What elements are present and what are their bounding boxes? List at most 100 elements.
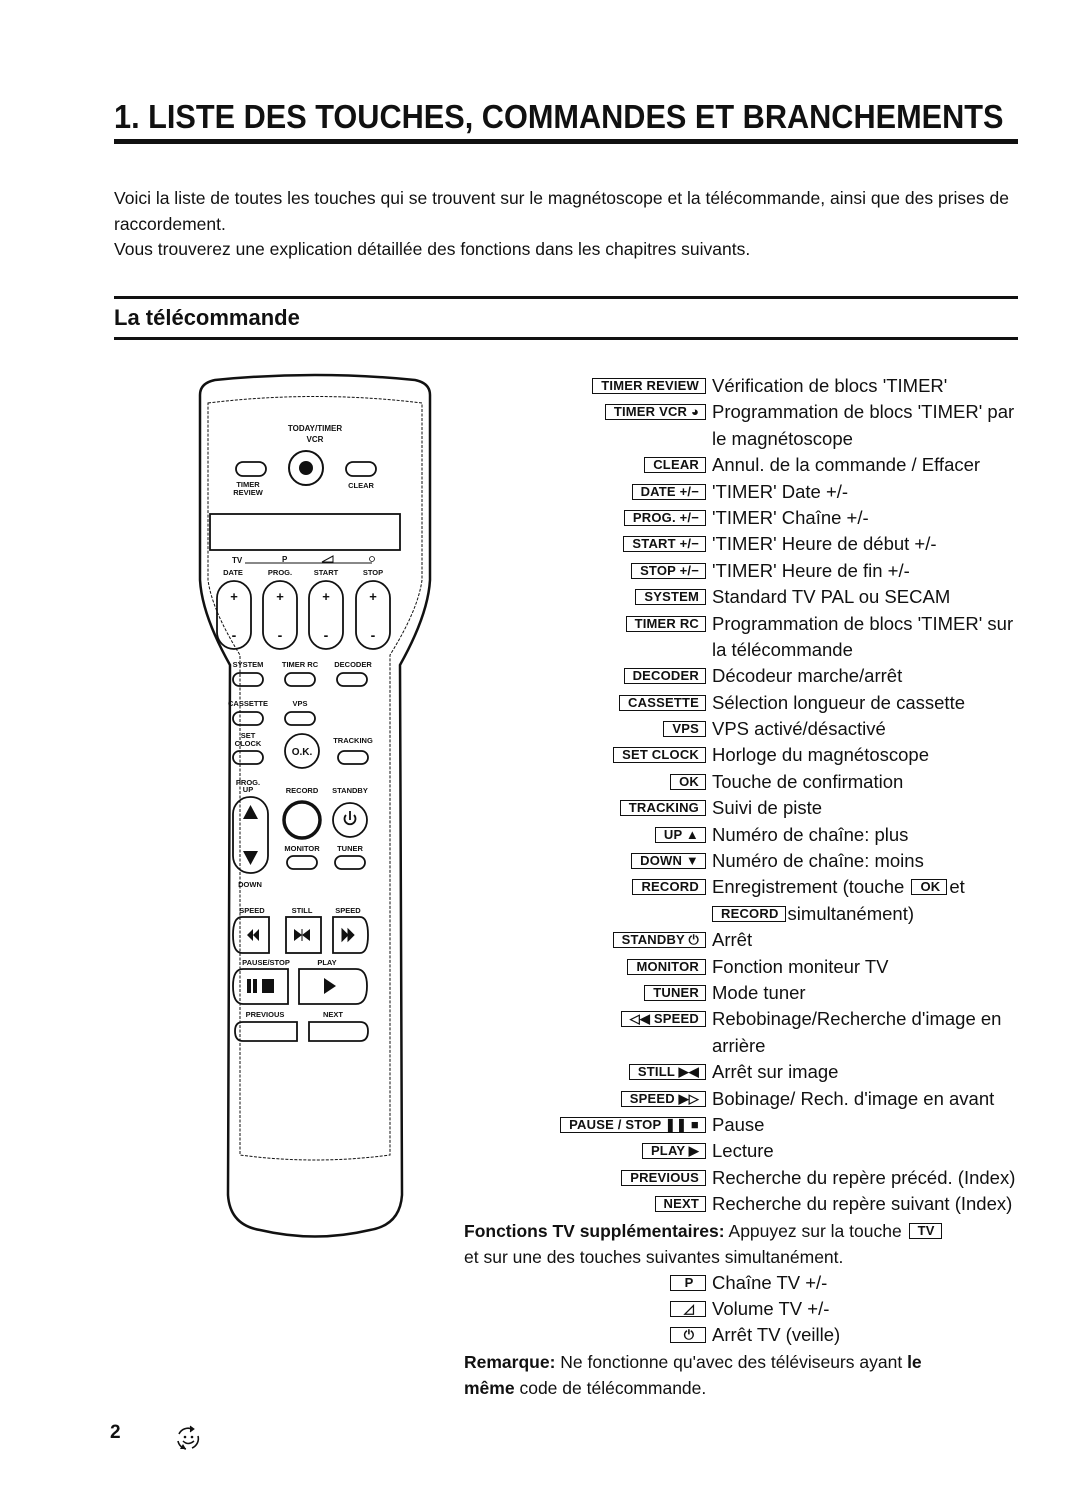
key-label-cell: UP ▲ — [452, 822, 712, 843]
up-arrow-icon — [243, 805, 258, 819]
decoder-button — [336, 672, 368, 687]
minus-sign: - — [232, 627, 237, 643]
label-record: RECORD — [286, 786, 319, 795]
remark-emphasis: le — [907, 1351, 922, 1372]
label-next: NEXT — [323, 1010, 343, 1019]
key-description: Lecture — [712, 1140, 774, 1162]
label-tv: TV — [232, 556, 243, 565]
page-title: 1. LISTE DES TOUCHES, COMMANDES ET BRANC… — [114, 98, 1004, 135]
key-description: 'TIMER' Chaîne +/- — [712, 506, 869, 528]
plus-sign: + — [276, 589, 284, 604]
remark-emphasis: même — [464, 1377, 515, 1398]
key-description-text: le magnétoscope — [712, 427, 853, 449]
key-label: DECODER — [623, 668, 706, 685]
section-title: La télécommande — [114, 305, 300, 330]
key-description-continuation: la télécommande — [712, 637, 853, 663]
key-description: Programmation de blocs 'TIMER' sur — [712, 612, 1014, 634]
key-list-item: DOWN ▼ Numéro de chaîne: moins — [452, 848, 1072, 874]
key-label-cell: DOWN ▼ — [452, 848, 712, 870]
key-description: Recherche du repère précéd. (Index) — [712, 1166, 1016, 1188]
key-label: TIMER REVIEW — [592, 378, 706, 394]
key-list-item: VPS VPS activé/désactivé — [452, 716, 1072, 742]
key-description: Bobinage/ Rech. d'image en avant — [712, 1087, 995, 1109]
intro-paragraph: Voici la liste de toutes les touches qui… — [114, 188, 1009, 234]
tv-key-label: TV — [908, 1222, 942, 1239]
tv-function-key-label: ⏻ — [670, 1327, 706, 1344]
key-label-cell: PROG. +/− — [452, 505, 712, 526]
label-previous: PREVIOUS — [246, 1010, 285, 1019]
cassette-button — [232, 711, 264, 726]
key-list-item: STILL ▶◀ Arrêt sur image — [452, 1059, 1072, 1085]
rewind-icon — [247, 929, 259, 941]
key-label: RECORD — [632, 879, 706, 896]
key-list-item: SET CLOCK Horloge du magnétoscope — [452, 742, 1072, 768]
key-description: Arrêt sur image — [712, 1061, 839, 1083]
label-down: DOWN — [238, 880, 262, 889]
key-label-cell: NEXT — [452, 1191, 712, 1213]
label-decoder: DECODER — [334, 660, 372, 669]
key-label-cell: SPEED ▶▷ — [452, 1086, 712, 1107]
key-description: Touche de confirmation — [712, 770, 904, 792]
intro-paragraph: Vous trouverez une explication détaillée… — [114, 239, 751, 259]
key-label-cell: MONITOR — [452, 954, 712, 975]
label-speed-rew: SPEED — [239, 906, 265, 915]
key-label-cell: CASSETTE — [452, 690, 712, 711]
key-description: Standard TV PAL ou SECAM — [712, 586, 951, 608]
tv-function-key-label: P — [670, 1274, 706, 1291]
label-tuner: TUNER — [337, 844, 363, 853]
key-list-item: TIMER REVIEW Vérification de blocs 'TIMER… — [452, 373, 1072, 399]
set-clock-button — [232, 750, 264, 765]
volume-icon — [321, 555, 334, 563]
key-description: Horloge du magnétoscope — [712, 744, 930, 766]
key-label: MONITOR — [627, 958, 706, 975]
key-label-cell: RECORD — [452, 874, 712, 896]
key-label: PROG. +/− — [623, 509, 706, 526]
tv-function-description: Volume TV +/- — [712, 1297, 830, 1319]
tv-function-description: Arrêt TV (veille) — [712, 1324, 841, 1346]
key-description: Annul. de la commande / Effacer — [712, 454, 981, 476]
monitor-button — [286, 855, 318, 870]
key-list-item-continuation: RECORD simultanément) — [452, 901, 1072, 927]
label-ok: O.K. — [292, 747, 313, 758]
key-list-item: PLAY ▶ Lecture — [452, 1138, 1072, 1164]
key-label: CASSETTE — [619, 694, 706, 711]
key-label: START +/− — [623, 536, 706, 553]
key-list-item-continuation: arrière — [452, 1033, 1072, 1059]
key-description-text: Enregistrement (touche — [712, 876, 905, 898]
page-number: 2 — [110, 1422, 121, 1443]
key-label-cell: STILL ▶◀ — [452, 1059, 712, 1081]
key-label: SYSTEM — [635, 589, 706, 606]
plus-sign: + — [322, 589, 330, 604]
key-description: VPS activé/désactivé — [712, 718, 886, 740]
key-description: Fonction moniteur TV — [712, 955, 889, 977]
key-label-cell: STANDBY ⏻ — [452, 927, 712, 949]
key-list-item: TRACKING Suivi de piste — [452, 795, 1072, 821]
next-button — [308, 1021, 369, 1042]
key-list-item: DATE +/− 'TIMER' Date +/- — [452, 479, 1072, 505]
key-description: Programmation de blocs 'TIMER' par — [712, 401, 1015, 423]
key-list-item: PREVIOUS Recherche du repère précéd. (Ind… — [452, 1165, 1072, 1191]
label-cassette: CASSETTE — [228, 699, 268, 708]
label-prog: PROG. — [268, 568, 292, 577]
key-list-item: PAUSE / STOP ❚❚ ■ Pause — [452, 1112, 1072, 1138]
key-description: 'TIMER' Heure de début +/- — [712, 533, 937, 555]
label-stop: STOP — [363, 568, 383, 577]
remark-text: code de télécommande. — [519, 1377, 707, 1398]
key-label: TUNER — [644, 984, 706, 1001]
key-description-text: arrière — [712, 1034, 766, 1056]
pause-stop-icon — [247, 979, 274, 993]
key-label: STANDBY ⏻ — [612, 932, 706, 949]
label-clear: CLEAR — [348, 481, 374, 490]
tv-functions-paragraph: Fonctions TV supplémentaires: Appuyez su… — [464, 1218, 1072, 1244]
key-label: PAUSE / STOP ❚❚ ■ — [560, 1116, 706, 1133]
key-label: UP ▲ — [654, 826, 706, 843]
key-list-item: TIMER RC Programmation de blocs 'TIMER' s… — [452, 611, 1072, 637]
down-arrow-icon — [243, 851, 258, 865]
key-list-item: MONITOR Fonction moniteur TV — [452, 954, 1072, 980]
label-monitor: MONITOR — [284, 844, 320, 853]
label-play: PLAY — [317, 958, 336, 967]
key-label-cell: TUNER — [452, 980, 712, 1001]
label-clock: CLOCK — [235, 739, 262, 748]
key-label-cell: ◿ — [452, 1296, 712, 1317]
key-description-list: TIMER REVIEW Vérification de blocs 'TIMER… — [452, 373, 1072, 1401]
